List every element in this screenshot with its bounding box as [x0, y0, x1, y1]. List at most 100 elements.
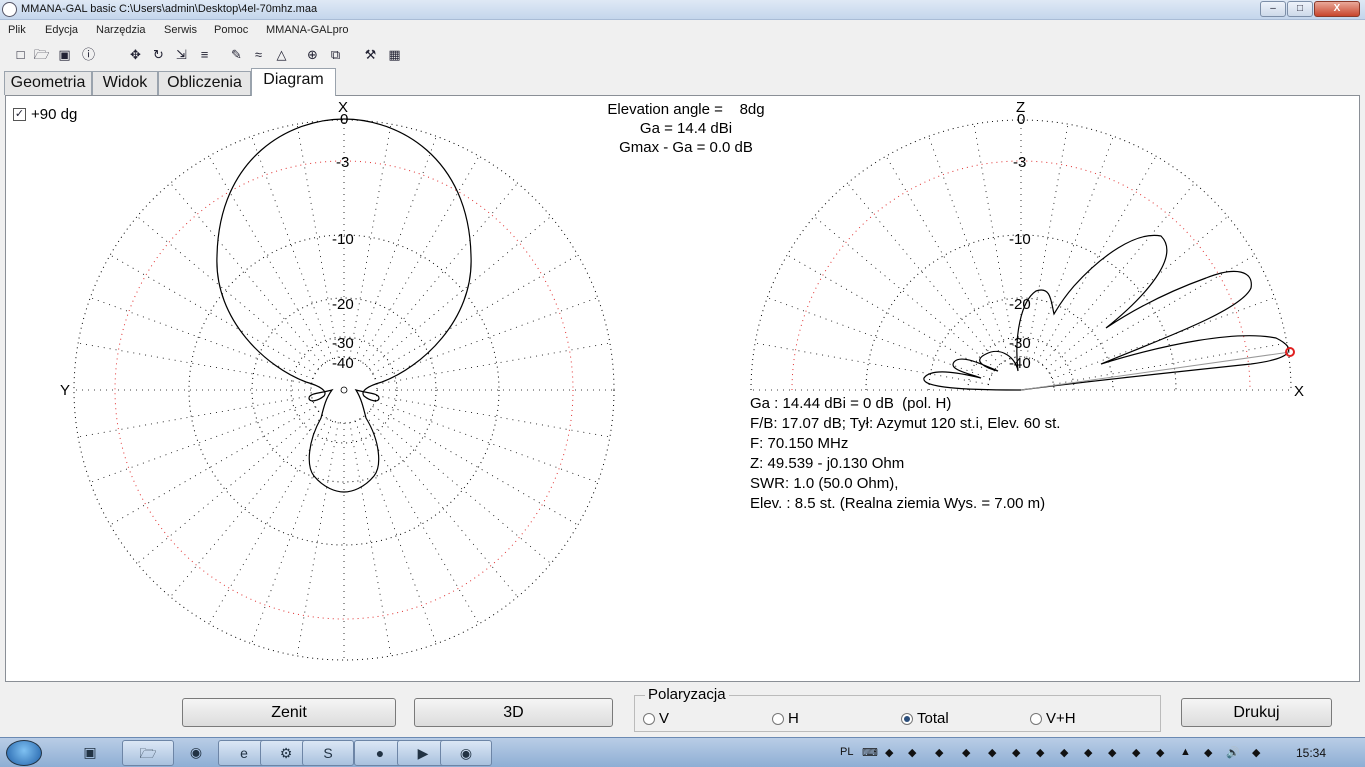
v-grid-spoke	[928, 136, 1011, 360]
h-grid-spoke	[90, 297, 314, 380]
h-grid-ring	[290, 336, 398, 444]
triangle-icon[interactable]: △	[273, 46, 290, 63]
menu-mmana-galpro[interactable]: MMANA-GALpro	[266, 24, 349, 36]
horizontal-center-marker	[340, 386, 348, 394]
zenit-button[interactable]: Zenit	[182, 698, 396, 727]
maximize-button[interactable]: □	[1287, 1, 1313, 17]
h-grid-spoke	[376, 342, 610, 385]
h-grid-spoke	[136, 216, 319, 370]
network-icon[interactable]: ◆	[1204, 746, 1212, 759]
result-frequency: F: 70.150 MHz	[750, 435, 849, 452]
v-grid-spoke	[813, 216, 996, 370]
v-grid-spoke	[767, 297, 991, 380]
v-grid-spoke	[885, 155, 1005, 362]
tray-icon-6[interactable]: ◆	[1012, 746, 1020, 759]
open-folder-icon[interactable]: 🗁	[33, 46, 50, 63]
menu-serwis[interactable]: Serwis	[164, 24, 197, 36]
tray-icon-12[interactable]: ◆	[1156, 746, 1164, 759]
menu-edycja[interactable]: Edycja	[45, 24, 78, 36]
tools-icon[interactable]: ⚒	[362, 46, 379, 63]
tray-icon-11[interactable]: ◆	[1132, 746, 1140, 759]
tray-icon-8[interactable]: ◆	[1060, 746, 1068, 759]
skype-taskbar-icon[interactable]: S	[302, 740, 354, 766]
tab-obliczenia[interactable]: Obliczenia	[158, 71, 251, 95]
radio-h-dot[interactable]	[772, 712, 784, 725]
tray-icon-9[interactable]: ◆	[1084, 746, 1092, 759]
h-ring-label-30: -30	[332, 335, 354, 352]
plus-90-checkbox[interactable]: ✓ +90 dg	[13, 106, 77, 123]
tab-bar: Geometria Widok Obliczenia Diagram	[0, 68, 1365, 96]
radio-v[interactable]: V	[643, 710, 669, 727]
h-grid-spoke	[90, 400, 314, 483]
h-grid-spoke	[376, 395, 610, 438]
v-grid-spoke	[1041, 182, 1195, 365]
mmana-taskbar-icon[interactable]: ◉	[440, 740, 492, 766]
v-grid-spoke	[847, 182, 1001, 365]
radio-vh-dot[interactable]	[1030, 712, 1042, 725]
copy-icon[interactable]: ⧉	[327, 46, 344, 63]
save-icon[interactable]: ▣	[56, 46, 73, 63]
radio-total-dot[interactable]	[901, 712, 913, 725]
v-ring-label-40: -40	[1009, 355, 1031, 372]
h-grid-spoke	[364, 182, 518, 365]
horizontal-grid	[73, 119, 615, 661]
minimize-button[interactable]: –	[1260, 1, 1286, 17]
target-icon[interactable]: ⊕	[304, 46, 321, 63]
tray-icon-4[interactable]: ◆	[962, 746, 970, 759]
tray-icon-13[interactable]: ◆	[1252, 746, 1260, 759]
vertical-pattern-curve	[923, 234, 1290, 391]
print-button[interactable]: Drukuj	[1181, 698, 1332, 727]
h-grid-spoke	[374, 297, 598, 380]
h-grid-spoke	[354, 136, 437, 360]
v-grid-spoke	[1037, 155, 1157, 362]
h-grid-spoke	[372, 254, 579, 374]
language-indicator[interactable]: PL	[840, 746, 853, 758]
tray-icon-5[interactable]: ◆	[988, 746, 996, 759]
menu-pomoc[interactable]: Pomoc	[214, 24, 248, 36]
v-grid-spoke	[1046, 216, 1229, 370]
checkbox-label: +90 dg	[31, 106, 78, 123]
v-ring-label-20: -20	[1009, 296, 1031, 313]
info-icon[interactable]: ⓘ	[80, 46, 97, 63]
3d-button[interactable]: 3D	[414, 698, 613, 727]
mirror-icon[interactable]: ≡	[196, 46, 213, 63]
tab-diagram[interactable]: Diagram	[251, 68, 336, 96]
tray-icon-7[interactable]: ◆	[1036, 746, 1044, 759]
v-ring-label-3: -3	[1013, 154, 1026, 171]
result-gain: Ga : 14.44 dBi = 0 dB (pol. H)	[750, 395, 952, 412]
new-file-icon[interactable]: □	[12, 46, 29, 63]
scale-icon[interactable]: ⇲	[173, 46, 190, 63]
radio-vh[interactable]: V+H	[1030, 710, 1076, 727]
menu-narzedzia[interactable]: Narzędzia	[96, 24, 146, 36]
elevation-info: Elevation angle = 8dg Ga = 14.4 dBi Gmax…	[566, 100, 806, 157]
close-button[interactable]: X	[1314, 1, 1360, 17]
h-grid-spoke	[251, 136, 334, 360]
polarization-title: Polaryzacja	[645, 686, 729, 703]
tray-icon-1[interactable]: ◆	[885, 746, 893, 759]
start-button[interactable]	[6, 740, 42, 766]
save-taskbar-icon[interactable]: ▣	[70, 740, 110, 766]
calculator-icon[interactable]: ▦	[386, 46, 403, 63]
tray-icon-3[interactable]: ◆	[935, 746, 943, 759]
signal-icon[interactable]: ▲	[1180, 746, 1191, 758]
tab-widok[interactable]: Widok	[92, 71, 158, 95]
checkbox-box[interactable]: ✓	[13, 108, 26, 121]
radio-total[interactable]: Total	[901, 710, 949, 727]
explorer-taskbar-icon[interactable]: 🗁	[122, 740, 174, 766]
clock[interactable]: 15:34	[1296, 746, 1326, 760]
rotate-icon[interactable]: ↻	[150, 46, 167, 63]
keyboard-icon[interactable]: ⌨	[862, 746, 878, 759]
tray-icon-2[interactable]: ◆	[908, 746, 916, 759]
tab-geometria[interactable]: Geometria	[4, 71, 92, 95]
h-grid-spoke	[349, 422, 392, 656]
volume-icon[interactable]: 🔊	[1226, 746, 1240, 759]
move-icon[interactable]: ✥	[127, 46, 144, 63]
firefox-taskbar-icon[interactable]: ◉	[176, 740, 216, 766]
radio-v-dot[interactable]	[643, 712, 655, 725]
radio-h[interactable]: H	[772, 710, 799, 727]
h-grid-spoke	[296, 422, 339, 656]
draw-icon[interactable]: ✎	[228, 46, 245, 63]
tray-icon-10[interactable]: ◆	[1108, 746, 1116, 759]
menu-plik[interactable]: Plik	[8, 24, 26, 36]
wire-icon[interactable]: ≈	[250, 46, 267, 63]
